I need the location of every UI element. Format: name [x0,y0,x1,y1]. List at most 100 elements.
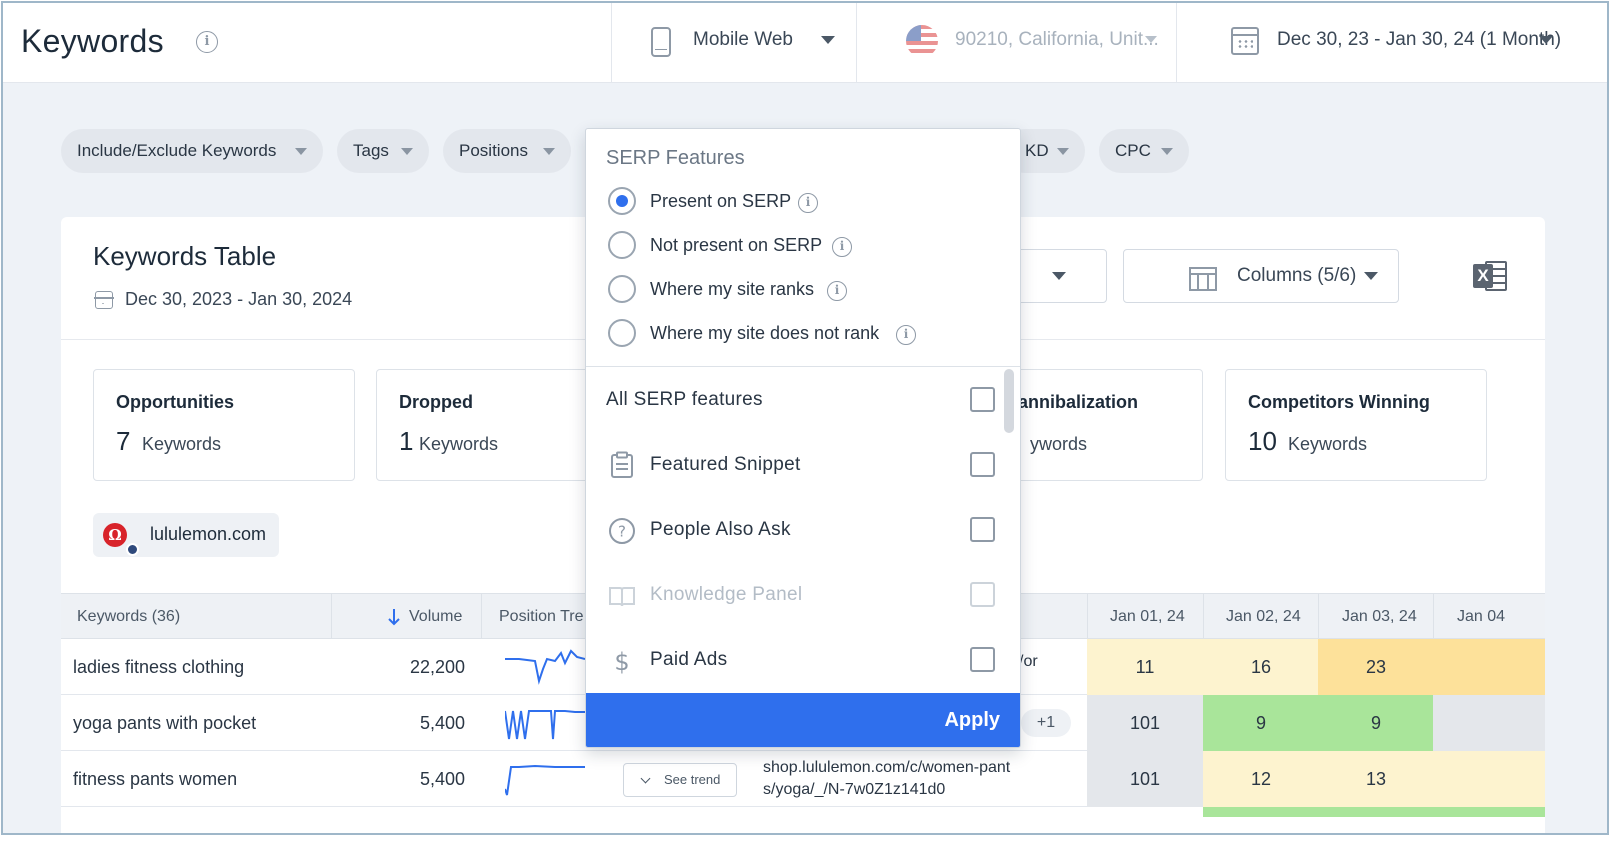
feature-label-all[interactable]: All SERP features [606,389,763,411]
position-cell: 9 [1318,695,1434,751]
filter-include-exclude-keywords[interactable]: Include/Exclude Keywords [61,129,323,173]
info-icon[interactable]: i [798,193,818,213]
filter-label: Include/Exclude Keywords [77,141,277,160]
excel-export-icon[interactable]: X [1473,261,1507,291]
feature-label[interactable]: People Also Ask [650,519,791,541]
column-header-date[interactable]: Jan 01, 24 [1110,594,1185,640]
info-icon[interactable]: i [896,325,916,345]
x-mark: X [1473,264,1493,288]
serp-features-dropdown: SERP Features Present on SERP i Not pres… [585,128,1021,748]
domain-chip[interactable]: Ω lululemon.com [93,513,279,557]
calendar-icon [94,291,114,309]
columns-label: Columns (5/6) [1237,265,1357,286]
radio-not-present-on-serp[interactable] [608,231,636,259]
position-cell [1433,695,1545,751]
stat-title: Competitors Winning [1248,392,1430,412]
svg-text:?: ? [618,523,626,541]
position-cell: 101 [1087,695,1203,751]
see-trend-button[interactable]: See trend [623,763,737,797]
url-line: shop.lululemon.com/c/women-pant [763,759,1011,776]
calendar-icon [1231,27,1259,55]
dropdown-title: SERP Features [606,147,745,169]
column-header-volume[interactable]: Volume [409,594,462,640]
position-cell: 16 [1203,639,1319,695]
radio-label[interactable]: Where my site does not rank [650,323,879,344]
url-line: s/yoga/_/N-7w0Z1z141d0 [763,781,946,798]
column-header-position-trend[interactable]: Position Tre [499,594,583,640]
table-row[interactable]: fitness pants women 5,400 See trend shop… [61,751,1545,807]
chevron-down-icon [295,148,307,155]
stat-opportunities[interactable]: Opportunities 7 Keywords [93,369,355,481]
filter-tags[interactable]: Tags [337,129,429,173]
column-divider [481,594,482,640]
filter-positions[interactable]: Positions [443,129,571,173]
position-trend-sparkline[interactable] [505,703,585,743]
url-cell[interactable]: shop.lululemon.com/c/women-pant s/yoga/_… [763,757,1010,801]
checkbox-featured-snippet[interactable] [970,452,995,477]
column-divider [1203,594,1204,640]
more-urls-badge[interactable]: +1 [1021,709,1071,737]
radio-present-on-serp[interactable] [608,187,636,215]
feature-label: Knowledge Panel [650,584,803,605]
filter-label: Tags [353,141,389,160]
scrollbar-thumb[interactable] [1004,369,1014,433]
page-title: Keywords [21,23,164,59]
info-icon[interactable]: i [832,237,852,257]
radio-label[interactable]: Present on SERP [650,191,791,212]
filter-label: Positions [459,141,528,160]
table-row[interactable] [61,807,1545,833]
stat-competitors-winning[interactable]: Competitors Winning 10 Keywords [1225,369,1487,481]
header-divider [1176,3,1177,83]
column-divider [1433,594,1434,640]
column-header-date[interactable]: Jan 04 [1457,594,1545,640]
filter-label: KD [1025,141,1049,160]
card-date: Dec 30, 2023 - Jan 30, 2024 [125,289,353,309]
url-cell[interactable]: /or [1019,651,1038,673]
columns-icon [1189,267,1217,291]
radio-where-my-site-does-not-rank[interactable] [608,319,636,347]
location-label: 90210, California, Unit... [955,29,1159,50]
chevron-down-icon [1161,148,1173,155]
sort-arrow-down-icon[interactable] [387,608,401,626]
filter-cpc[interactable]: CPC [1099,129,1189,173]
position-cell: 13 [1318,751,1434,807]
position-cell: 23 [1318,639,1434,695]
top-header: Keywords i Mobile Web 90210, California,… [3,3,1607,83]
feature-label[interactable]: Featured Snippet [650,454,801,476]
clipboard-icon [611,451,633,478]
column-header-date[interactable]: Jan 03, 24 [1342,594,1417,640]
position-cell: 101 [1087,751,1203,807]
position-trend-sparkline[interactable] [505,647,585,687]
radio-label[interactable]: Where my site ranks [650,279,814,300]
stat-value: 7 [116,426,131,456]
header-divider [856,3,857,83]
date-range-label: Dec 30, 23 - Jan 30, 24 (1 Month) [1277,29,1562,50]
chevron-down-icon [401,148,413,155]
position-cell [1433,751,1545,807]
apply-label: Apply [944,709,1000,731]
radio-label[interactable]: Not present on SERP [650,235,822,256]
stat-unit: Keywords [142,434,222,454]
chevron-down-icon [1057,148,1069,155]
info-icon[interactable]: i [827,281,847,301]
stat-value: 10 [1248,426,1277,456]
checkbox-people-also-ask[interactable] [970,517,995,542]
column-header-date[interactable]: Jan 02, 24 [1226,594,1301,640]
position-trend-sparkline[interactable] [505,759,585,799]
radio-where-my-site-ranks[interactable] [608,275,636,303]
volume-cell: 5,400 [419,713,465,733]
checkbox-knowledge-panel [970,582,995,607]
info-icon[interactable]: i [196,31,218,53]
column-header-keywords[interactable]: Keywords (36) [77,594,180,640]
checkbox-all-serp-features[interactable] [970,387,995,412]
app-frame: Keywords i Mobile Web 90210, California,… [1,1,1609,835]
column-divider [1318,594,1319,640]
svg-text:$: $ [614,648,629,675]
apply-button[interactable]: Apply [586,693,1020,747]
position-cell [1203,807,1545,817]
checkbox-paid-ads[interactable] [970,647,995,672]
chevron-down-icon [1052,272,1066,280]
feature-label[interactable]: Paid Ads [650,649,727,671]
domain-label: lululemon.com [150,524,267,544]
keyword-cell: fitness pants women [73,769,238,789]
